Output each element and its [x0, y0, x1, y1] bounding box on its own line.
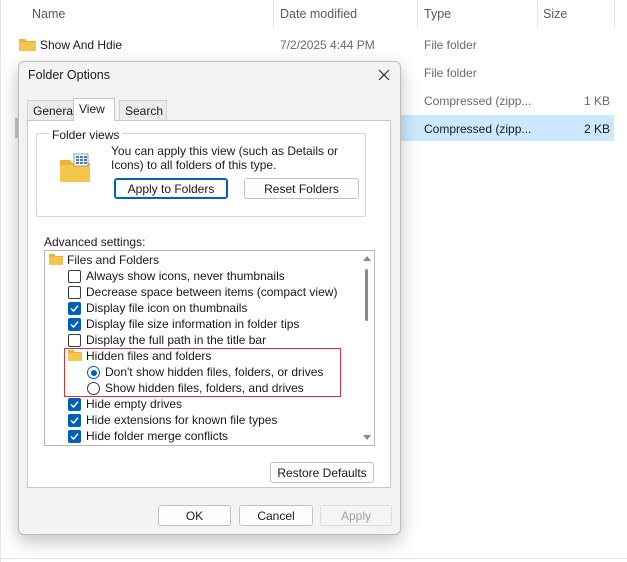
checkbox-checked[interactable] [68, 430, 81, 443]
tab-general[interactable]: General [27, 100, 76, 121]
column-header-type[interactable]: Type [424, 0, 451, 30]
apply-button[interactable]: Apply [320, 505, 392, 526]
tree-label: Display the full path in the title bar [86, 333, 267, 347]
tree-label: Display file size information in folder … [86, 317, 300, 331]
column-header-date[interactable]: Date modified [280, 0, 357, 30]
scroll-up-icon[interactable] [363, 255, 371, 261]
tree-label: Always show icons, never thumbnails [86, 269, 285, 283]
column-separator[interactable] [417, 0, 418, 28]
folder-options-dialog: Folder Options General View Search Folde… [18, 61, 401, 535]
folder-icon [19, 39, 36, 51]
file-date: 7/2/2025 4:44 PM [280, 38, 375, 52]
file-type: File folder [424, 38, 477, 52]
tree-label: Hide folder merge conflicts [86, 429, 229, 443]
ok-button[interactable]: OK [158, 505, 231, 526]
sort-ascending-icon: ⌃ [143, 0, 153, 7]
folder-icon [49, 254, 63, 265]
tree-label: Decrease space between items (compact vi… [86, 285, 338, 299]
checkbox-checked[interactable] [68, 398, 81, 411]
file-name: Show And Hdie [40, 38, 123, 52]
dialog-title: Folder Options [28, 68, 110, 82]
file-type: Compressed (zipp... [424, 122, 532, 136]
checkmark-icon [70, 401, 79, 409]
file-size: 1 KB [583, 94, 610, 108]
close-button[interactable] [372, 64, 396, 86]
column-header-size[interactable]: Size [543, 0, 567, 30]
annotation-highlight-box [64, 348, 341, 397]
column-header-name[interactable]: Name [32, 0, 65, 30]
apply-to-folders-button[interactable]: Apply to Folders [114, 178, 228, 199]
checkmark-icon [70, 417, 79, 425]
checkbox[interactable] [68, 270, 81, 283]
checkmark-icon [70, 305, 79, 313]
tree-label: Hide empty drives [86, 397, 183, 411]
file-row[interactable]: Show And Hdie 7/2/2025 4:44 PM File fold… [0, 31, 627, 59]
file-size: 2 KB [583, 122, 610, 136]
tree-label: Files and Folders [67, 253, 160, 267]
checkbox-checked[interactable] [68, 318, 81, 331]
file-type: Compressed (zipp... [424, 94, 532, 108]
folder-views-legend: Folder views [49, 128, 123, 142]
tree-label: Display file icon on thumbnails [86, 301, 248, 315]
checkbox-checked[interactable] [68, 414, 81, 427]
column-separator[interactable] [273, 0, 274, 28]
column-separator[interactable] [614, 0, 615, 28]
scroll-down-icon[interactable] [363, 435, 371, 441]
tab-view[interactable]: View [73, 98, 115, 121]
folder-views-icon [60, 153, 90, 182]
explorer-border-bottom [0, 558, 627, 559]
cancel-button[interactable]: Cancel [239, 505, 313, 526]
tree-scrollbar[interactable] [361, 251, 373, 445]
checkmark-icon [70, 321, 79, 329]
restore-defaults-button[interactable]: Restore Defaults [270, 462, 374, 483]
file-type: File folder [424, 66, 477, 80]
scroll-thumb[interactable] [365, 269, 368, 321]
reset-folders-button[interactable]: Reset Folders [244, 178, 359, 199]
checkbox[interactable] [68, 286, 81, 299]
checkbox[interactable] [68, 334, 81, 347]
advanced-settings-label: Advanced settings: [44, 235, 146, 249]
checkmark-icon [70, 433, 79, 441]
checkbox-checked[interactable] [68, 302, 81, 315]
tree-label: Hide extensions for known file types [86, 413, 278, 427]
column-separator[interactable] [537, 0, 538, 28]
folder-views-description: You can apply this view (such as Details… [111, 144, 339, 172]
tab-search[interactable]: Search [119, 100, 167, 121]
close-icon [378, 69, 390, 81]
